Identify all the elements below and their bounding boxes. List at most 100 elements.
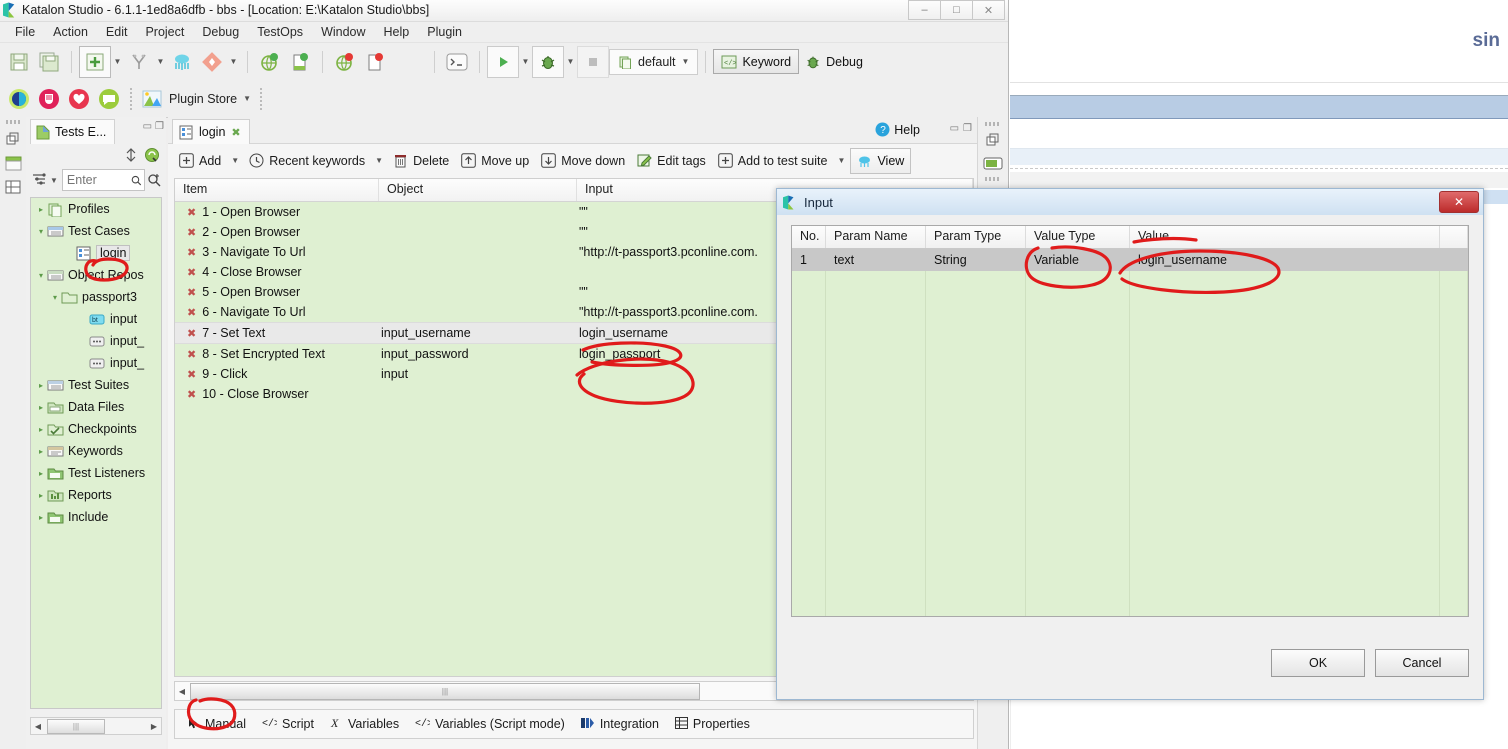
run-icon[interactable] [487,45,519,78]
heart-icon[interactable] [64,84,94,114]
tests-explorer-icon[interactable] [4,154,22,172]
git-icon[interactable] [197,47,227,77]
console-icon[interactable] [442,47,472,77]
add-button[interactable]: Add [174,149,226,173]
parameter-empty-row[interactable] [792,469,1468,491]
tree-expand-arrow[interactable]: ▸ [35,403,47,412]
filter-dropdown-icon[interactable]: ▼ [50,176,58,185]
step-object-cell[interactable]: input_username [379,326,577,340]
value-cell[interactable]: login_username [1130,253,1440,267]
tree-expand-arrow[interactable]: ▸ [35,491,47,500]
tree-item-login[interactable]: login [31,242,161,264]
restore-view-right-icon[interactable] [983,131,1003,149]
tree-item-test-suites[interactable]: ▸ Test Suites [31,374,161,396]
parameter-table[interactable]: No. Param Name Param Type Value Type Val… [791,225,1469,617]
minimize-button[interactable]: – [908,0,941,20]
explorer-search-field[interactable] [61,169,145,191]
explorer-horizontal-scrollbar[interactable]: ◀ ||| ▶ [30,717,162,735]
tree-expand-arrow[interactable]: ▾ [35,271,47,280]
close-button[interactable]: ✕ [972,0,1005,20]
param-type-cell[interactable]: String [926,253,1026,267]
ok-button[interactable]: OK [1271,649,1365,677]
refresh-explorer-icon[interactable] [144,147,160,163]
parameter-empty-row[interactable] [792,293,1468,315]
tree-expand-arrow[interactable]: ▸ [35,469,47,478]
plugin-store-button[interactable]: Plugin Store ▼ [138,89,254,109]
parameter-empty-row[interactable] [792,447,1468,469]
bottom-tab-properties[interactable]: Properties [669,712,756,736]
parameter-empty-row[interactable] [792,601,1468,616]
project-tree[interactable]: ▸ Profiles ▾ Test Cases login ▾ Object Repos ▾ p… [30,197,162,709]
tree-item-profiles[interactable]: ▸ Profiles [31,198,161,220]
parameter-empty-row[interactable] [792,491,1468,513]
menu-project[interactable]: Project [136,22,193,42]
step-object-cell[interactable]: input_password [379,347,577,361]
parameter-empty-row[interactable] [792,579,1468,601]
collapse-all-icon[interactable] [124,148,138,162]
tree-item-input[interactable]: input_ [31,352,161,374]
menu-edit[interactable]: Edit [97,22,137,42]
tree-item-data-files[interactable]: ▸ Data Files [31,396,161,418]
move-down-button[interactable]: Move down [536,149,630,173]
tree-item-input[interactable]: input_ [31,330,161,352]
tree-expand-arrow[interactable]: ▸ [35,447,47,456]
record-red-icon[interactable] [34,84,64,114]
param-column-value[interactable]: Value [1130,226,1440,248]
step-item-cell[interactable]: ✖ 3 - Navigate To Url [175,245,379,259]
git-dropdown-icon[interactable]: ▼ [227,48,240,76]
scroll-thumb[interactable]: ||| [47,718,105,734]
debug-dropdown-icon[interactable]: ▼ [564,48,577,76]
bottom-tab-variables-script-mode[interactable]: </> Variables (Script mode) [409,712,571,736]
dialog-close-button[interactable]: ✕ [1439,191,1479,213]
save-all-icon[interactable] [34,47,64,77]
parameter-empty-row[interactable] [792,359,1468,381]
tree-expand-arrow[interactable]: ▸ [35,425,47,434]
step-item-cell[interactable]: ✖ 9 - Click [175,367,379,381]
help-button[interactable]: ? Help [875,122,920,137]
step-item-cell[interactable]: ✖ 4 - Close Browser [175,265,379,279]
step-item-cell[interactable]: ✖ 8 - Set Encrypted Text [175,347,379,361]
add-to-test-suite-dropdown-icon[interactable]: ▼ [834,156,848,165]
parameter-empty-row[interactable] [792,381,1468,403]
parameter-empty-row[interactable] [792,271,1468,293]
run-dropdown-icon[interactable]: ▼ [519,48,532,76]
restore-view-icon[interactable] [4,130,22,148]
add-to-test-suite-button[interactable]: Add to test suite [713,149,833,173]
record-dropdown-icon[interactable]: ▼ [154,48,167,76]
step-item-cell[interactable]: ✖ 2 - Open Browser [175,225,379,239]
maximize-button[interactable]: □ [940,0,973,20]
step-item-cell[interactable]: ✖ 5 - Open Browser [175,285,379,299]
tree-item-test-cases[interactable]: ▾ Test Cases [31,220,161,242]
move-up-button[interactable]: Move up [456,149,534,173]
menu-testops[interactable]: TestOps [248,22,312,42]
parameter-row[interactable]: 1 text String Variable login_username [792,249,1468,271]
record-mobile-icon[interactable] [285,47,315,77]
advanced-search-icon[interactable] [147,173,162,187]
scroll-right-icon[interactable]: ▶ [147,722,161,731]
new-item-icon[interactable] [79,45,111,78]
edit-tags-button[interactable]: Edit tags [632,149,711,173]
tree-item-checkpoints[interactable]: ▸ Checkpoints [31,418,161,440]
chat-icon[interactable] [94,84,124,114]
param-column-param-name[interactable]: Param Name [826,226,926,248]
param-column-value-type[interactable]: Value Type [1026,226,1130,248]
view-button[interactable]: View [850,147,912,174]
editor-maximize-icon[interactable]: ❐ [963,123,972,134]
editor-minimize-icon[interactable]: ▭ [950,123,959,134]
bottom-tab-script[interactable]: </> Script [256,712,320,736]
parameter-table-body[interactable]: 1 text String Variable login_username [792,249,1468,616]
cancel-button[interactable]: Cancel [1375,649,1469,677]
editor-bottom-tabs[interactable]: Manual </> Script X Variables </> Variables (S… [174,709,974,739]
step-item-cell[interactable]: ✖ 7 - Set Text [175,326,379,340]
parameter-empty-row[interactable] [792,315,1468,337]
profile-selector[interactable]: default ▼ [609,48,699,75]
tree-expand-arrow[interactable]: ▸ [35,381,47,390]
katalon-analytics-icon[interactable] [4,84,34,114]
menu-help[interactable]: Help [375,22,419,42]
step-item-cell[interactable]: ✖ 1 - Open Browser [175,205,379,219]
add-dropdown-icon[interactable]: ▼ [228,156,242,165]
tree-item-input[interactable]: bt input [31,308,161,330]
tree-item-passport3[interactable]: ▾ passport3 [31,286,161,308]
toolbar-drag-handle-2[interactable] [260,87,263,110]
value-type-cell[interactable]: Variable [1026,253,1130,267]
